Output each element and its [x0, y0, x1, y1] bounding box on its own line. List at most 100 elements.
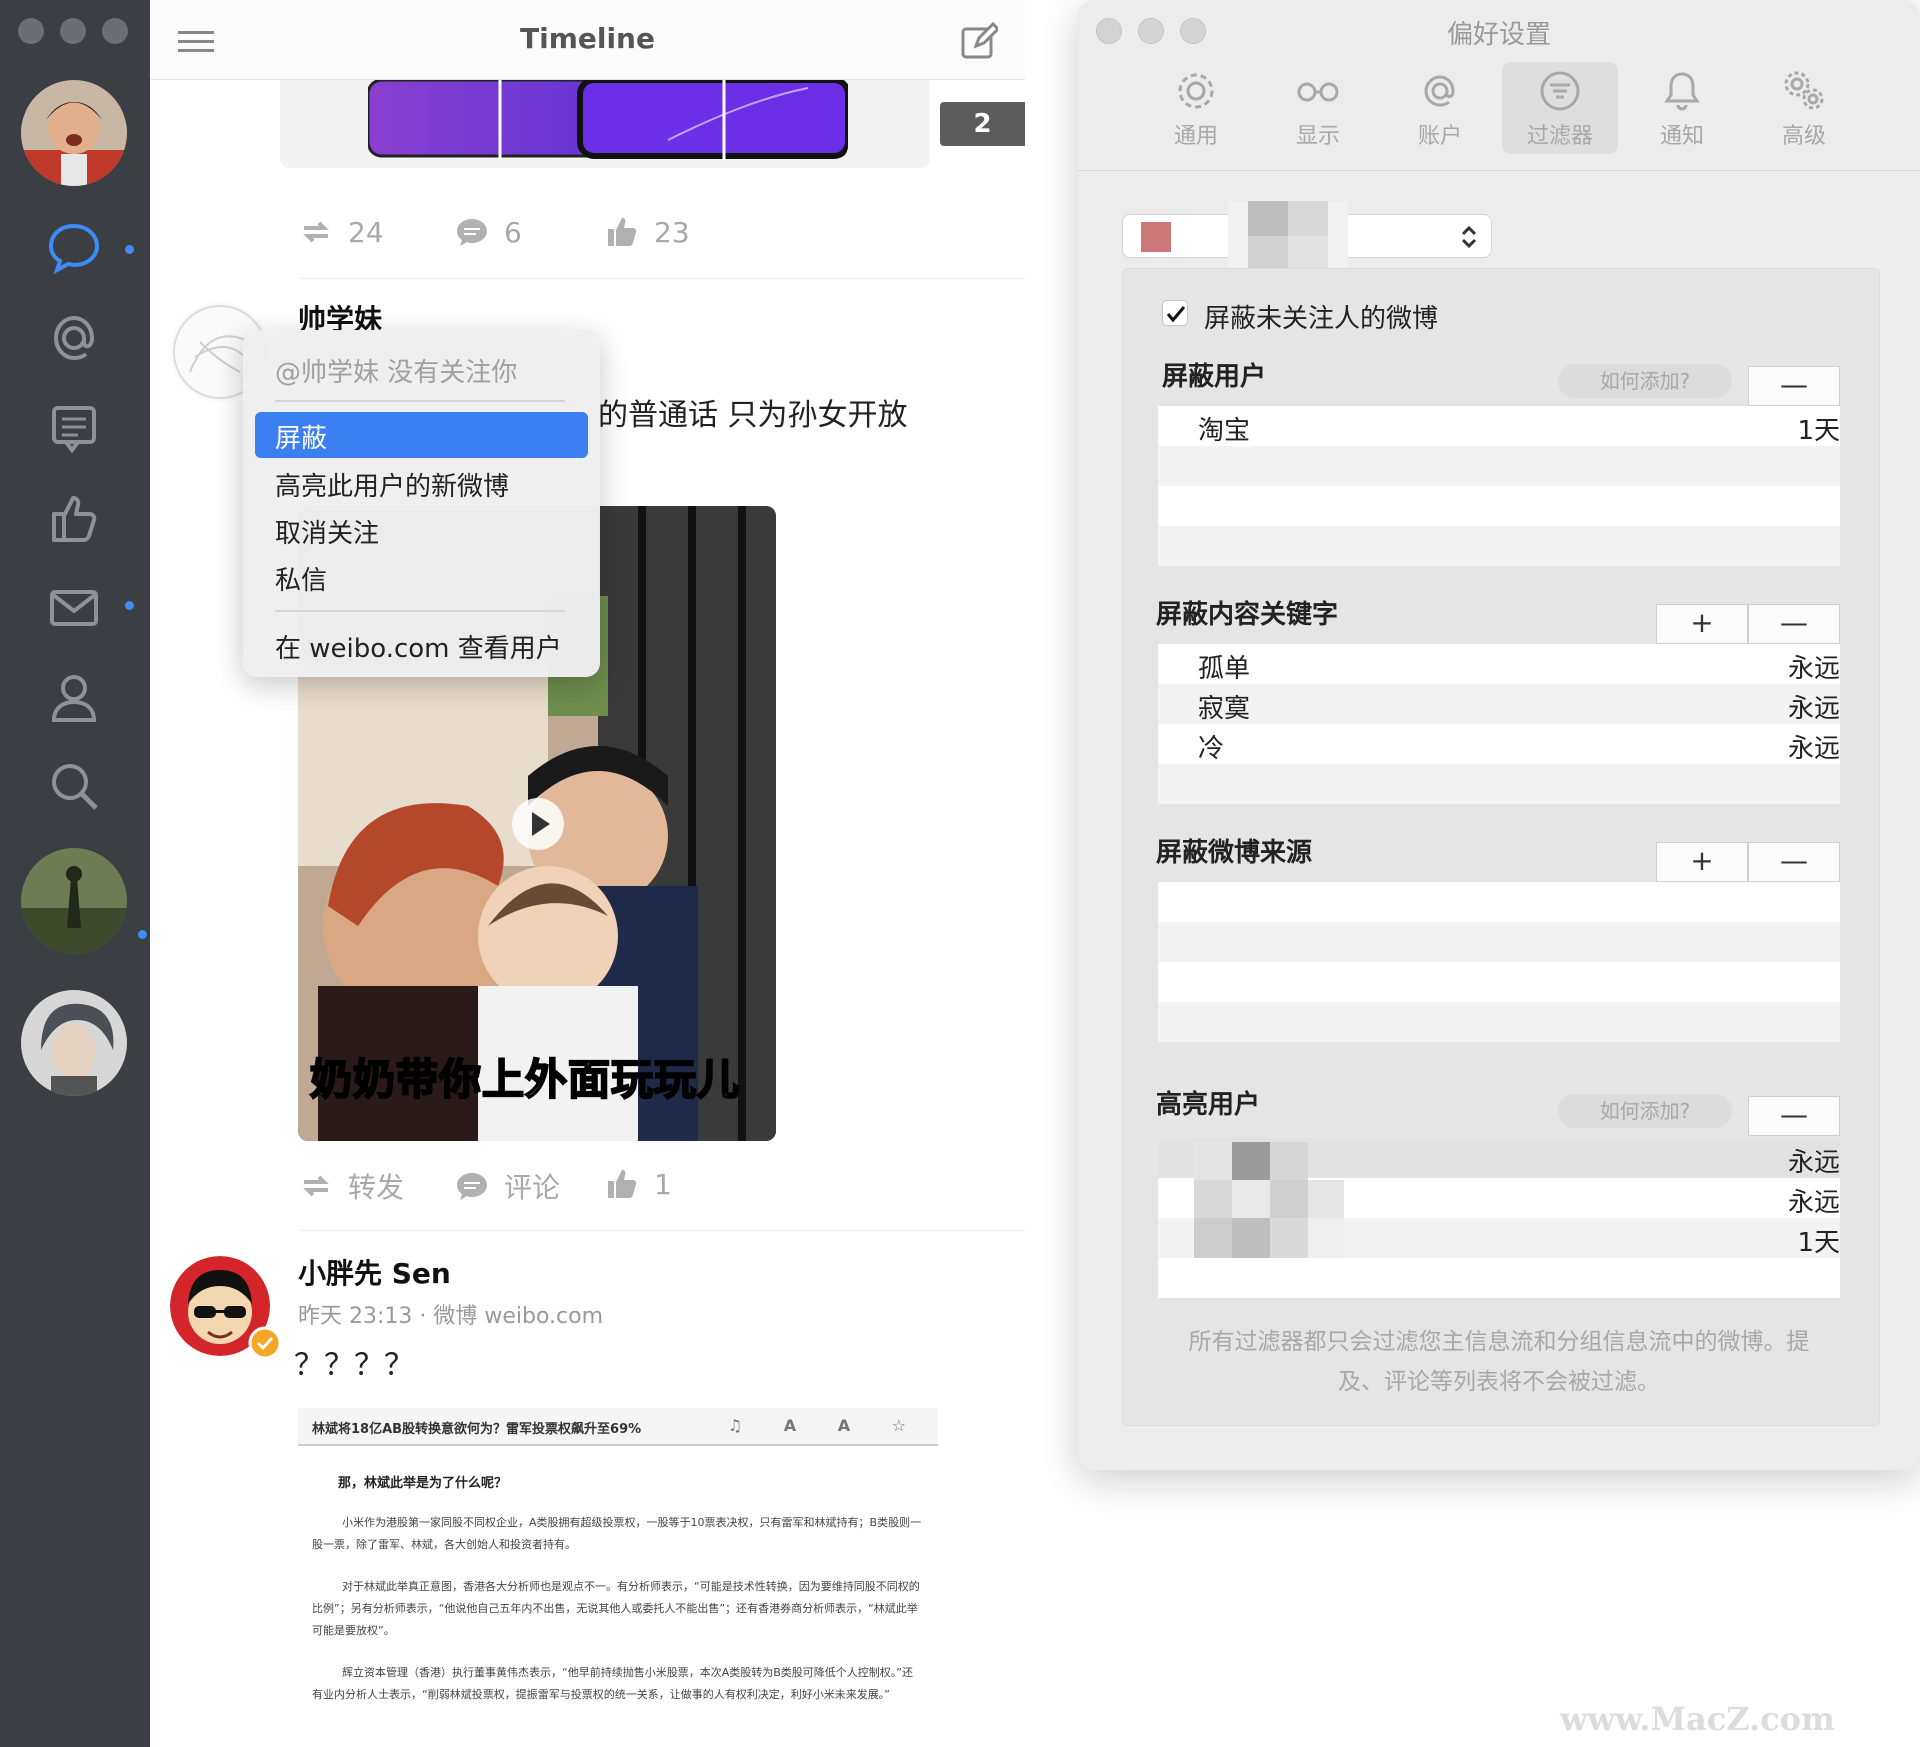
list-item	[1158, 1258, 1840, 1298]
tab-notifications[interactable]: 通知	[1624, 62, 1740, 154]
post2-comment-label: 评论	[504, 1171, 561, 1204]
blocked-users-help-button[interactable]: 如何添加?	[1558, 364, 1732, 398]
phone-product-image[interactable]	[368, 80, 848, 160]
post1-repost-count: 24	[348, 215, 384, 249]
like-icon	[608, 1170, 637, 1198]
preferences-window: 偏好设置 通用 显示 账户 过滤器 通知 高级 屏蔽未关注人的微博 屏蔽用户 如	[1078, 0, 1920, 1470]
window-minimize-button[interactable]	[60, 18, 86, 44]
blocked-keywords-remove-button[interactable]: —	[1748, 604, 1840, 644]
timeline-header: Timeline	[150, 0, 1025, 80]
timeline-title: Timeline	[520, 22, 655, 55]
unread-count-badge[interactable]: 2	[940, 102, 1025, 146]
article-paragraph: 对于林斌此举真正意图，香港各大分析师也是观点不一。有分析师表示，“可能是技术性转…	[312, 1580, 920, 1637]
post1-like-button[interactable]: 23	[604, 214, 690, 250]
search-icon[interactable]	[44, 756, 104, 816]
tab-label: 过滤器	[1526, 124, 1593, 149]
checkmark-icon	[1166, 306, 1186, 323]
highlight-users-title: 高亮用户	[1156, 1090, 1261, 1120]
post2-actions: 转发 评论 1	[298, 1166, 898, 1210]
blocked-keywords-add-button[interactable]: +	[1656, 604, 1748, 644]
post1-comment-button[interactable]: 6	[454, 214, 522, 250]
tab-label: 显示	[1295, 124, 1340, 149]
tab-label: 通知	[1659, 124, 1704, 149]
list-item[interactable]: 冷 永远	[1158, 724, 1840, 764]
post2-repost-label: 转发	[348, 1171, 405, 1204]
select-chevron-icon	[1461, 225, 1477, 249]
hide-unfollowed-checkbox[interactable]	[1162, 300, 1188, 326]
list-item	[1158, 764, 1840, 804]
menu-item-unfollow[interactable]: 取消关注	[255, 507, 588, 553]
post2-repost-button[interactable]: 转发	[298, 1166, 404, 1206]
article-paragraph: 小米作为港股第一家同股不同权企业，A类股拥有超级投票权，一股等于10票表决权，只…	[312, 1516, 922, 1551]
tab-display[interactable]: 显示	[1260, 62, 1376, 154]
account-avatar-3[interactable]	[21, 990, 127, 1096]
redacted-user-names	[1194, 1142, 1344, 1258]
blocked-sources-add-button[interactable]: +	[1656, 842, 1748, 882]
post2-like-count: 1	[654, 1167, 672, 1201]
article-paragraph: 辉立资本管理（香港）执行董事黄伟杰表示，“他早前持续抛售小米股票，本次A类股转为…	[312, 1666, 913, 1701]
tab-label: 高级	[1781, 124, 1826, 149]
tab-general[interactable]: 通用	[1138, 62, 1254, 154]
menu-item-highlight[interactable]: 高亮此用户的新微博	[255, 460, 588, 506]
current-user-avatar[interactable]	[21, 80, 127, 186]
menu-separator	[275, 400, 565, 402]
bell-icon	[1664, 72, 1700, 111]
mentions-at-icon[interactable]	[44, 308, 104, 368]
keyword-duration: 永远	[1787, 654, 1840, 684]
post2-text: 的普通话 只为孙女开放	[598, 398, 908, 433]
menu-item-block[interactable]: 屏蔽	[255, 412, 588, 458]
filter-icon	[1540, 71, 1580, 111]
highlight-users-remove-button[interactable]: —	[1748, 1096, 1840, 1136]
play-icon	[532, 812, 550, 836]
menu-item-direct-message[interactable]: 私信	[255, 554, 588, 600]
account-select[interactable]	[1122, 201, 1492, 271]
list-item[interactable]: 寂寞 永远	[1158, 684, 1840, 724]
blocked-sources-title: 屏蔽微博来源	[1156, 838, 1313, 868]
account-avatar-2[interactable]	[21, 848, 127, 954]
post1-like-count: 23	[654, 215, 690, 249]
blocked-keywords-list: 孤单 永远 寂寞 永远 冷 永远	[1158, 644, 1840, 804]
list-item	[1158, 526, 1840, 566]
tab-filters[interactable]: 过滤器	[1502, 62, 1618, 154]
menu-separator	[275, 610, 565, 612]
list-item	[1158, 1002, 1840, 1042]
messages-unread-dot	[125, 601, 134, 610]
post1-actions: 24 6 23	[298, 214, 898, 258]
menu-item-view-on-web[interactable]: 在 weibo.com 查看用户	[255, 622, 588, 668]
list-item[interactable]: 淘宝 1天	[1158, 406, 1840, 446]
blocked-sources-remove-button[interactable]: —	[1748, 842, 1840, 882]
post2-comment-button[interactable]: 评论	[454, 1166, 560, 1206]
context-menu-header: @帅学妹 没有关注你	[275, 358, 518, 388]
post-divider	[300, 278, 1025, 279]
tab-accounts[interactable]: 账户	[1382, 62, 1498, 154]
highlight-users-help-button[interactable]: 如何添加?	[1558, 1094, 1732, 1128]
video-play-button[interactable]	[512, 798, 564, 850]
post3-author-name[interactable]: 小胖先 Sen	[298, 1252, 451, 1292]
redacted-account-name	[1228, 201, 1348, 271]
likes-thumbs-up-icon[interactable]	[44, 488, 104, 548]
user-context-menu: @帅学妹 没有关注你 屏蔽 高亮此用户的新微博 取消关注 私信 在 weibo.…	[243, 330, 600, 677]
tab-advanced[interactable]: 高级	[1746, 62, 1862, 154]
window-zoom-button[interactable]	[102, 18, 128, 44]
blocked-users-remove-button[interactable]: —	[1748, 366, 1840, 406]
list-item[interactable]: 孤单 永远	[1158, 644, 1840, 684]
account-2-unread-dot	[138, 930, 147, 939]
keyword-text: 孤单	[1198, 654, 1251, 684]
watermark: www.MacZ.com	[1560, 1700, 1835, 1738]
compose-icon[interactable]	[960, 22, 998, 60]
timeline-chat-icon[interactable]	[44, 218, 104, 278]
blocked-users-list: 淘宝 1天	[1158, 406, 1840, 566]
window-close-button[interactable]	[18, 18, 44, 44]
post1-repost-button[interactable]: 24	[298, 214, 384, 250]
post2-like-button[interactable]: 1	[604, 1166, 672, 1202]
highlight-duration: 永远	[1787, 1148, 1840, 1178]
blocked-users-title: 屏蔽用户	[1162, 362, 1267, 392]
profile-user-icon[interactable]	[44, 668, 104, 728]
highlight-users-list: 永远 永远 1天	[1158, 1138, 1840, 1298]
repost-icon	[303, 221, 329, 243]
comments-list-icon[interactable]	[44, 398, 104, 458]
post3-article-image[interactable]: 林斌将18亿AB股转换意欲何为？雷军投票权飙升至69% ♫ A A ☆ 那，林斌…	[298, 1408, 938, 1747]
messages-mail-icon[interactable]	[44, 578, 104, 638]
article-toolbar-icons: ♫ A A ☆	[727, 1416, 924, 1435]
article-heading: 那，林斌此举是为了什么呢？	[338, 1476, 508, 1491]
